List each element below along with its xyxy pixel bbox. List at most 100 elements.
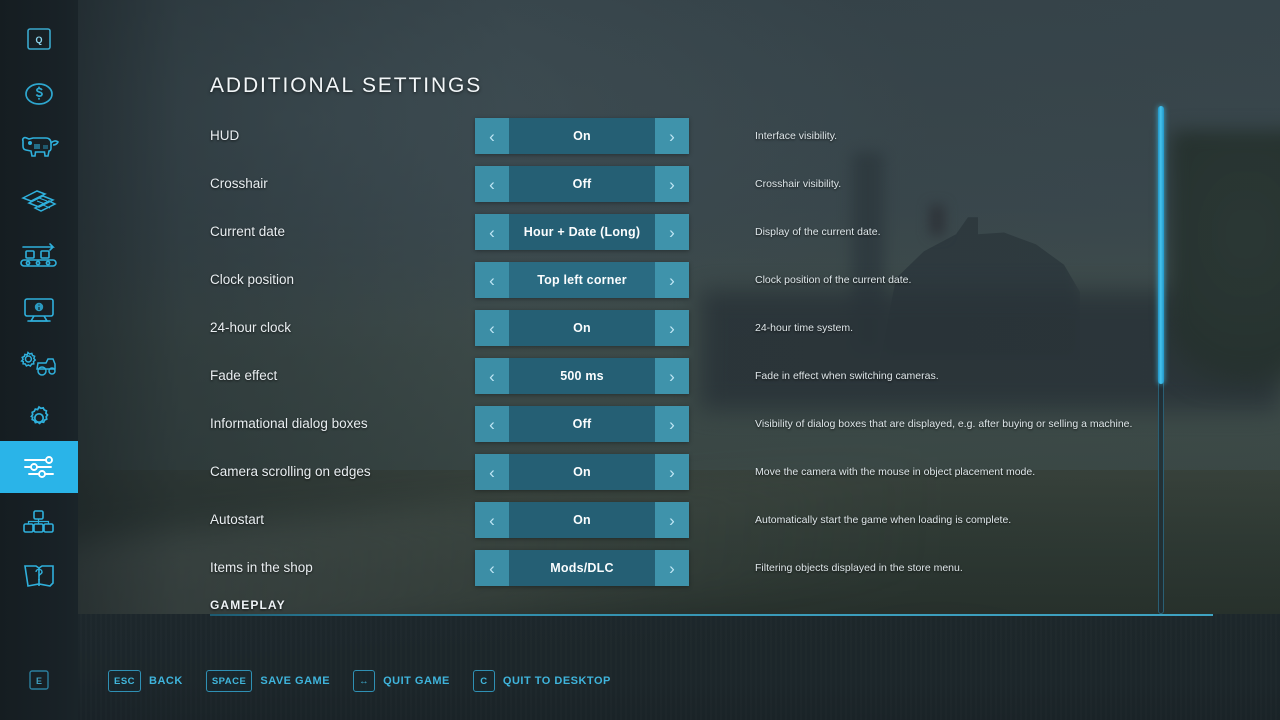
- sidebar-item-animals[interactable]: [0, 122, 78, 174]
- chevron-left-icon[interactable]: ‹: [475, 310, 509, 346]
- sidebar-item-contracts[interactable]: [0, 176, 78, 228]
- footer-hint-label: SAVE GAME: [260, 675, 330, 687]
- footer-hint-label: QUIT TO DESKTOP: [503, 675, 611, 687]
- setting-value[interactable]: On: [509, 118, 655, 154]
- sidebar-item-vehicle-settings[interactable]: [0, 338, 78, 390]
- setting-row[interactable]: Autostart‹On›Automatically start the gam…: [78, 496, 1280, 544]
- page-title: ADDITIONAL SETTINGS: [210, 74, 482, 98]
- setting-description: Interface visibility.: [755, 112, 837, 160]
- footer-hints: ESCBACK SPACE SAVE GAME ↔QUIT GAME C QUIT TO …: [108, 668, 634, 694]
- sidebar-item-help[interactable]: [0, 550, 78, 602]
- setting-option-selector[interactable]: ‹On›: [475, 454, 689, 490]
- sidebar-item-production[interactable]: [0, 230, 78, 282]
- section-header-gameplay: GAMEPLAY: [210, 596, 1210, 618]
- sliders-icon: [22, 453, 56, 481]
- setting-label: Clock position: [210, 256, 294, 304]
- setting-row[interactable]: Crosshair ‹Off› Crosshair visibility.: [78, 160, 1280, 208]
- setting-value[interactable]: Hour + Date (Long): [509, 214, 655, 250]
- setting-option-selector[interactable]: ‹500 ms›: [475, 358, 689, 394]
- setting-option-selector[interactable]: ‹Mods/DLC›: [475, 550, 689, 586]
- sidebar-item-finances[interactable]: [0, 68, 78, 120]
- footer-hint[interactable]: C QUIT TO DESKTOP: [473, 670, 611, 692]
- help-book-icon: [21, 561, 57, 591]
- setting-label: Informational dialog boxes: [210, 400, 368, 448]
- setting-option-selector[interactable]: ‹Off›: [475, 406, 689, 442]
- chevron-left-icon[interactable]: ‹: [475, 214, 509, 250]
- keycap-icon: C: [473, 670, 495, 692]
- sidebar-item-mods[interactable]: [0, 496, 78, 548]
- setting-description: Visibility of dialog boxes that are disp…: [755, 400, 1132, 448]
- setting-description: Display of the current date.: [755, 208, 880, 256]
- chevron-right-icon[interactable]: ›: [655, 262, 689, 298]
- setting-option-selector[interactable]: ‹Top left corner›: [475, 262, 689, 298]
- setting-option-selector[interactable]: ‹Hour + Date (Long)›: [475, 214, 689, 250]
- documents-icon: [19, 187, 59, 217]
- setting-label: Camera scrolling on edges: [210, 448, 371, 496]
- setting-row[interactable]: HUD ‹On› Interface visibility.: [78, 112, 1280, 160]
- setting-value[interactable]: Off: [509, 406, 655, 442]
- setting-description: Move the camera with the mouse in object…: [755, 448, 1035, 496]
- chevron-left-icon[interactable]: ‹: [475, 502, 509, 538]
- sidebar-item-hotkey-q[interactable]: Q: [0, 13, 78, 65]
- setting-row[interactable]: Camera scrolling on edges ‹On› Move the ca…: [78, 448, 1280, 496]
- chevron-right-icon[interactable]: ›: [655, 550, 689, 586]
- setting-description: Crosshair visibility.: [755, 160, 841, 208]
- setting-description: 24-hour time system.: [755, 304, 853, 352]
- setting-value[interactable]: On: [509, 310, 655, 346]
- setting-value[interactable]: Off: [509, 166, 655, 202]
- setting-row[interactable]: Current date‹Hour + Date (Long)›Display …: [78, 208, 1280, 256]
- setting-row[interactable]: Informational dialog boxes ‹Off› Visibilit…: [78, 400, 1280, 448]
- keycap-icon: SPACE: [206, 670, 253, 692]
- setting-option-selector[interactable]: ‹Off›: [475, 166, 689, 202]
- keycap-icon: ↔: [353, 670, 375, 692]
- setting-row[interactable]: Fade effect‹500 ms›Fade in effect when s…: [78, 352, 1280, 400]
- chevron-right-icon[interactable]: ›: [655, 454, 689, 490]
- setting-row[interactable]: Clock position ‹Top left corner› Clock pos…: [78, 256, 1280, 304]
- setting-row[interactable]: 24-hour clock ‹On› 24-hour time system.: [78, 304, 1280, 352]
- sidebar-item-additional-settings[interactable]: [0, 441, 78, 493]
- setting-value[interactable]: Top left corner: [509, 262, 655, 298]
- footer-hint[interactable]: ESCBACK: [108, 670, 183, 692]
- chevron-right-icon[interactable]: ›: [655, 310, 689, 346]
- chevron-left-icon[interactable]: ‹: [475, 550, 509, 586]
- section-divider: [210, 614, 1213, 616]
- sidebar-item-info[interactable]: [0, 284, 78, 336]
- setting-option-selector[interactable]: ‹On›: [475, 310, 689, 346]
- setting-row[interactable]: Items in the shop‹Mods/DLC›Filtering obj…: [78, 544, 1280, 592]
- setting-label: Autostart: [210, 496, 264, 544]
- setting-value[interactable]: Mods/DLC: [509, 550, 655, 586]
- chevron-right-icon[interactable]: ›: [655, 166, 689, 202]
- settings-panel: ADDITIONAL SETTINGS HUD‹On›Interface vis…: [78, 0, 1280, 720]
- sidebar-item-hotkey-e[interactable]: E: [0, 656, 78, 708]
- footer-hint[interactable]: SPACE SAVE GAME: [206, 670, 330, 692]
- chevron-right-icon[interactable]: ›: [655, 118, 689, 154]
- chevron-right-icon[interactable]: ›: [655, 214, 689, 250]
- keycap-e-icon: E: [28, 669, 50, 696]
- setting-label: Crosshair: [210, 160, 268, 208]
- svg-text:Q: Q: [35, 35, 42, 45]
- setting-description: Clock position of the current date.: [755, 256, 911, 304]
- chevron-left-icon[interactable]: ‹: [475, 406, 509, 442]
- chevron-right-icon[interactable]: ›: [655, 358, 689, 394]
- setting-label: 24-hour clock: [210, 304, 291, 352]
- setting-value[interactable]: On: [509, 502, 655, 538]
- mods-blocks-icon: [22, 508, 56, 536]
- setting-value[interactable]: 500 ms: [509, 358, 655, 394]
- monitor-info-icon: [22, 296, 56, 324]
- setting-label: HUD: [210, 112, 239, 160]
- chevron-right-icon[interactable]: ›: [655, 502, 689, 538]
- sidebar-item-general-settings[interactable]: [0, 392, 78, 444]
- chevron-left-icon[interactable]: ‹: [475, 454, 509, 490]
- setting-option-selector[interactable]: ‹On›: [475, 502, 689, 538]
- scrollbar-track[interactable]: [1158, 106, 1164, 614]
- footer-hint[interactable]: ↔QUIT GAME: [353, 670, 450, 692]
- svg-text:E: E: [36, 676, 42, 686]
- chevron-left-icon[interactable]: ‹: [475, 118, 509, 154]
- chevron-left-icon[interactable]: ‹: [475, 358, 509, 394]
- chevron-left-icon[interactable]: ‹: [475, 262, 509, 298]
- setting-value[interactable]: On: [509, 454, 655, 490]
- scrollbar-thumb[interactable]: [1158, 106, 1164, 384]
- chevron-right-icon[interactable]: ›: [655, 406, 689, 442]
- chevron-left-icon[interactable]: ‹: [475, 166, 509, 202]
- setting-option-selector[interactable]: ‹On›: [475, 118, 689, 154]
